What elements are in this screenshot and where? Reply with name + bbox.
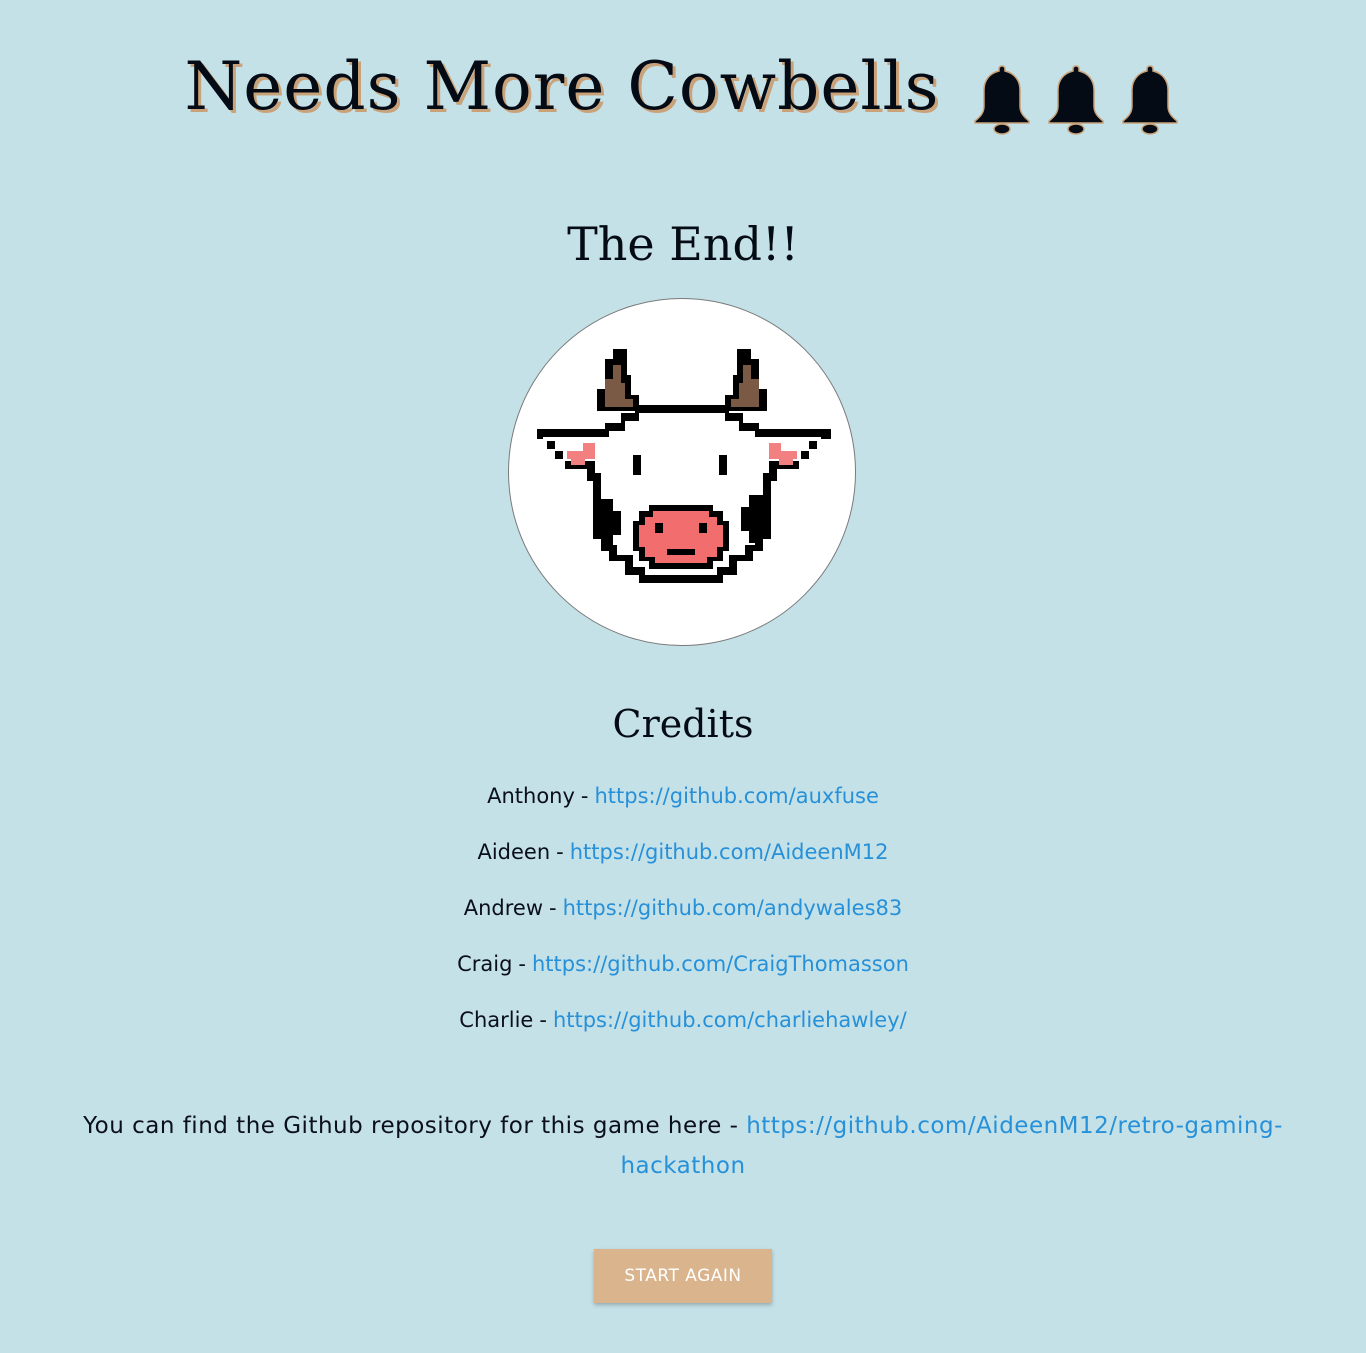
credit-name: Craig bbox=[457, 952, 513, 976]
credit-row: Andrew - https://github.com/andywales83 bbox=[0, 888, 1366, 944]
credit-link[interactable]: https://github.com/auxfuse bbox=[594, 784, 878, 808]
credit-name: Charlie bbox=[459, 1008, 534, 1032]
credit-separator: - bbox=[549, 896, 557, 920]
repo-paragraph: You can find the Github repository for t… bbox=[40, 1106, 1326, 1186]
bell-icon bbox=[1121, 65, 1178, 135]
site-title: Needs More Cowbells bbox=[0, 42, 1366, 138]
bell-icon bbox=[973, 65, 1030, 135]
credit-link[interactable]: https://github.com/charliehawley/ bbox=[553, 1008, 907, 1032]
credit-link[interactable]: https://github.com/AideenM12 bbox=[570, 840, 889, 864]
credit-link[interactable]: https://github.com/andywales83 bbox=[563, 896, 903, 920]
start-again-button[interactable]: START AGAIN bbox=[594, 1249, 772, 1303]
bell-icon bbox=[1047, 65, 1104, 135]
end-heading: The End!! bbox=[567, 217, 799, 271]
credits-list: Anthony - https://github.com/auxfuse Aidee… bbox=[0, 776, 1366, 1056]
credit-separator: - bbox=[539, 1008, 547, 1032]
credit-name: Andrew bbox=[463, 896, 544, 920]
credit-name: Aideen bbox=[477, 840, 551, 864]
site-title-text: Needs More Cowbells bbox=[184, 48, 940, 125]
cow-avatar bbox=[508, 298, 856, 646]
credit-row: Craig - https://github.com/CraigThomasson bbox=[0, 944, 1366, 1000]
credit-row: Anthony - https://github.com/auxfuse bbox=[0, 776, 1366, 832]
repo-text: You can find the Github repository for t… bbox=[83, 1113, 739, 1139]
credits-heading: Credits bbox=[612, 702, 754, 746]
credit-separator: - bbox=[556, 840, 564, 864]
cow-face-icon bbox=[537, 349, 831, 583]
credit-name: Anthony bbox=[487, 784, 575, 808]
bells-group bbox=[960, 48, 1182, 138]
credit-separator: - bbox=[580, 784, 589, 808]
credit-row: Charlie - https://github.com/charliehawley… bbox=[0, 1000, 1366, 1056]
page: Needs More Cowbells The End!! Credits An… bbox=[0, 0, 1366, 1353]
credit-link[interactable]: https://github.com/CraigThomasson bbox=[532, 952, 909, 976]
credit-separator: - bbox=[518, 952, 526, 976]
credit-row: Aideen - https://github.com/AideenM12 bbox=[0, 832, 1366, 888]
